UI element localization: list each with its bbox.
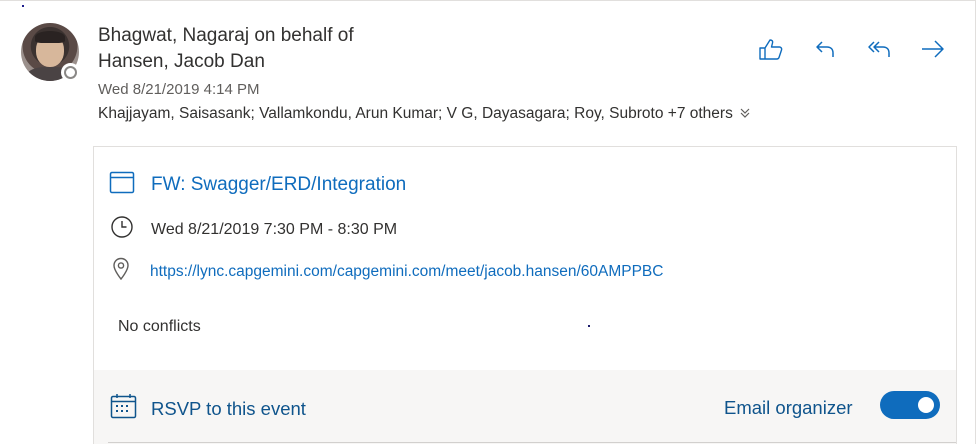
recipients-line[interactable]: Khajjayam, Saisasank; Vallamkondu, Arun … — [98, 105, 751, 123]
rsvp-footer: RSVP to this event Email organizer — [94, 370, 956, 444]
reply-all-icon — [866, 38, 892, 65]
forward-arrow-icon — [920, 38, 946, 65]
reply-all-button[interactable] — [864, 37, 894, 65]
footer-divider — [108, 442, 956, 443]
clock-icon — [110, 215, 134, 244]
reply-icon — [814, 38, 836, 65]
rsvp-label: RSVP to this event — [151, 397, 306, 419]
chevron-double-down-icon[interactable] — [739, 107, 751, 122]
event-time-row: Wed 8/21/2019 7:30 PM - 8:30 PM — [110, 215, 397, 244]
sender-name[interactable]: Bhagwat, Nagaraj on behalf of Hansen, Ja… — [98, 23, 428, 75]
stray-dot — [22, 5, 24, 7]
sender-line-1: Bhagwat, Nagaraj on behalf of — [98, 25, 354, 46]
location-pin-icon — [112, 257, 130, 286]
reading-pane: Bhagwat, Nagaraj on behalf of Hansen, Ja… — [0, 0, 976, 444]
calendar-rsvp-icon — [110, 393, 138, 424]
message-actions — [756, 37, 948, 65]
sender-line-2: Hansen, Jacob Dan — [98, 51, 265, 72]
message-date: Wed 8/21/2019 4:14 PM — [98, 81, 260, 98]
conflicts-status: No conflicts — [118, 318, 201, 335]
recipients-text: Khajjayam, Saisasank; Vallamkondu, Arun … — [98, 105, 733, 122]
toggle-knob — [918, 397, 934, 413]
event-location-link[interactable]: https://lync.capgemini.com/capgemini.com… — [150, 263, 663, 281]
stray-dot — [588, 325, 590, 327]
rsvp-button[interactable]: RSVP to this event — [110, 393, 306, 424]
calendar-icon — [109, 170, 135, 199]
reply-button[interactable] — [810, 37, 840, 65]
meeting-card: FW: Swagger/ERD/Integration Wed 8/21/201… — [93, 146, 957, 444]
event-title-row[interactable]: FW: Swagger/ERD/Integration — [109, 170, 406, 199]
event-time: Wed 8/21/2019 7:30 PM - 8:30 PM — [151, 220, 398, 238]
email-organizer-label: Email organizer — [724, 397, 853, 418]
email-organizer-toggle[interactable] — [880, 391, 940, 419]
forward-button[interactable] — [918, 37, 948, 65]
thumbs-up-icon — [758, 37, 784, 66]
presence-status-icon — [61, 63, 80, 82]
event-title[interactable]: FW: Swagger/ERD/Integration — [151, 174, 406, 196]
avatar-hair — [35, 31, 65, 43]
like-button[interactable] — [756, 37, 786, 65]
event-location-row: https://lync.capgemini.com/capgemini.com… — [112, 257, 663, 286]
